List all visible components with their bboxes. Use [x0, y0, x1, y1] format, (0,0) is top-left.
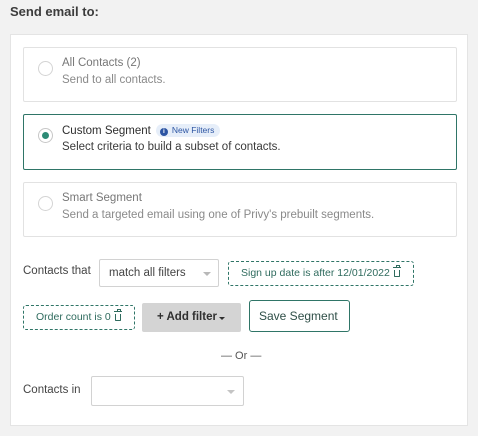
add-filter-label: + Add filter [157, 311, 217, 323]
radio-smart-segment[interactable] [38, 196, 53, 211]
save-segment-label: Save Segment [259, 309, 338, 323]
match-select[interactable]: match all filters [99, 259, 219, 287]
match-select-value: match all filters [109, 267, 186, 279]
option-custom-segment[interactable]: Custom Segment i New Filters Select criter… [23, 114, 457, 170]
add-filter-button[interactable]: + Add filter [142, 303, 241, 332]
filter-chip-label: Sign up date is after 12/01/2022 [241, 267, 390, 279]
contacts-in-select[interactable] [91, 376, 244, 406]
radio-all-contacts[interactable] [38, 61, 53, 76]
filter-chip-signup-date[interactable]: Sign up date is after 12/01/2022 [228, 261, 414, 286]
chevron-down-icon [227, 390, 235, 394]
option-smart-segment[interactable]: Smart Segment Send a targeted email usin… [23, 182, 457, 237]
filter-chip-order-count[interactable]: Order count is 0 [23, 305, 135, 330]
or-divider: — Or — [221, 350, 262, 362]
contacts-that-label: Contacts that [23, 265, 91, 277]
option-description: Send a targeted email using one of Privy… [62, 209, 375, 221]
info-icon: i [159, 128, 168, 136]
contacts-in-label: Contacts in [23, 384, 81, 396]
option-description: Send to all contacts. [62, 74, 166, 86]
option-description: Select criteria to build a subset of con… [62, 141, 281, 153]
badge-label: New Filters [171, 125, 215, 135]
option-title: Custom Segment i New Filters [62, 124, 221, 137]
chevron-down-icon [203, 272, 211, 276]
option-title: Smart Segment [62, 192, 142, 204]
save-segment-button[interactable]: Save Segment [249, 300, 350, 332]
audience-panel: All Contacts (2) Send to all contacts. C… [10, 34, 468, 426]
option-title: All Contacts (2) [62, 57, 141, 69]
option-title-text: Custom Segment [62, 125, 151, 137]
trash-icon[interactable] [392, 265, 401, 277]
section-heading: Send email to: [10, 4, 99, 19]
option-all-contacts[interactable]: All Contacts (2) Send to all contacts. [23, 47, 457, 102]
new-filters-badge: i New Filters [155, 124, 221, 137]
chevron-down-icon [219, 317, 225, 320]
filter-chip-label: Order count is 0 [36, 311, 111, 323]
trash-icon[interactable] [113, 309, 122, 321]
radio-custom-segment[interactable] [38, 128, 53, 143]
